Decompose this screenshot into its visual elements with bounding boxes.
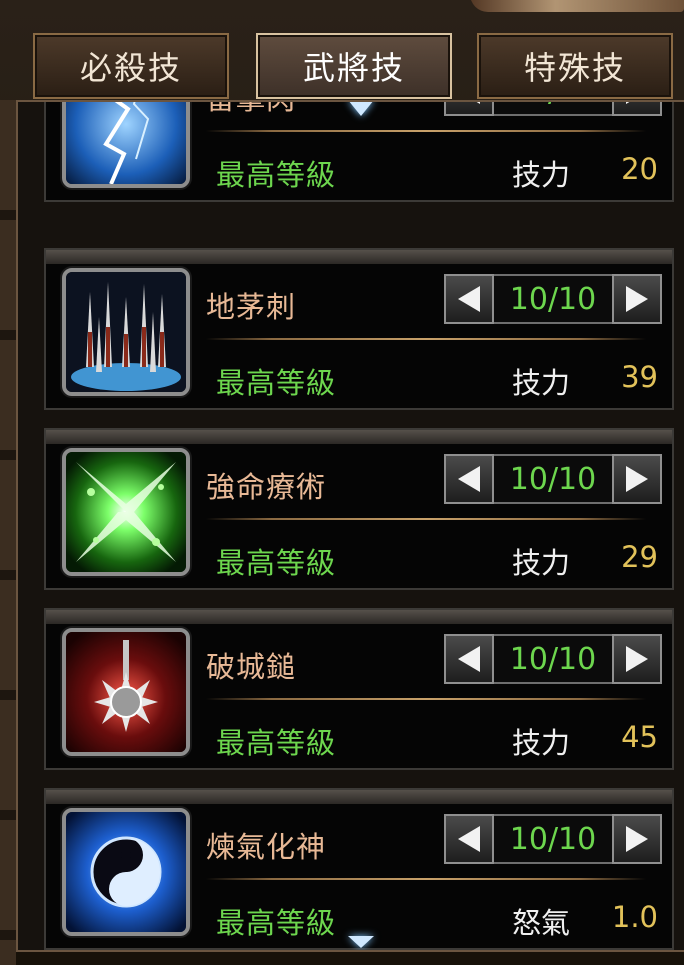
skill-name: 雷擊閃: [206, 102, 296, 118]
cost-label: 技力: [512, 546, 571, 580]
decrease-level-button[interactable]: [444, 274, 494, 324]
max-level-label: 最高等級: [216, 158, 337, 192]
card-header-bar: [46, 790, 672, 804]
divider: [206, 338, 646, 340]
max-level-label: 最高等級: [216, 366, 337, 400]
level-stepper: 10/10: [444, 454, 662, 504]
cost-value: 1.0: [611, 900, 658, 934]
arrow-right-icon: [626, 826, 648, 852]
cost-label: 技力: [512, 726, 571, 760]
increase-level-button[interactable]: [612, 102, 662, 116]
card-header-bar: [46, 610, 672, 624]
level-value: 10/10: [494, 454, 612, 504]
divider: [206, 698, 646, 700]
spiked-mace-icon: [62, 628, 190, 756]
level-value: 10/10: [494, 634, 612, 684]
level-value: 10/10: [494, 274, 612, 324]
arrow-right-icon: [626, 102, 648, 104]
cost-value: 39: [621, 360, 658, 394]
increase-level-button[interactable]: [612, 454, 662, 504]
arrow-right-icon: [626, 286, 648, 312]
lightning-icon: [62, 102, 190, 188]
max-level-label: 最高等級: [216, 726, 337, 760]
decrease-level-button[interactable]: [444, 454, 494, 504]
increase-level-button[interactable]: [612, 814, 662, 864]
increase-level-button[interactable]: [612, 274, 662, 324]
arrow-left-icon: [458, 286, 480, 312]
skill-name: 強命療術: [206, 470, 327, 504]
level-value: 10/10: [494, 102, 612, 116]
card-header-bar: [46, 250, 672, 264]
skill-name: 煉氣化神: [206, 830, 327, 864]
cost-label: 怒氣: [512, 906, 571, 940]
skill-card: 破城鎚 10/10 最高等級 技力 45: [44, 608, 674, 770]
decrease-level-button[interactable]: [444, 102, 494, 116]
arrow-right-icon: [626, 646, 648, 672]
tab-general-skill[interactable]: 武將技: [256, 33, 452, 99]
skill-list-panel[interactable]: 雷擊閃 10/10 最高等級 技力 20: [16, 100, 684, 952]
divider: [206, 518, 646, 520]
left-side-strip: [0, 100, 16, 965]
divider: [206, 130, 646, 132]
arrow-left-icon: [458, 646, 480, 672]
skill-card: 強命療術 10/10 最高等級 技力 29: [44, 428, 674, 590]
ground-spikes-icon: [62, 268, 190, 396]
cost-label: 技力: [512, 158, 571, 192]
arrow-left-icon: [458, 466, 480, 492]
decrease-level-button[interactable]: [444, 814, 494, 864]
cost-value: 45: [621, 720, 658, 754]
cost-value: 29: [621, 540, 658, 574]
increase-level-button[interactable]: [612, 634, 662, 684]
scroll-down-icon[interactable]: [348, 936, 374, 948]
level-stepper: 10/10: [444, 102, 662, 116]
level-stepper: 10/10: [444, 814, 662, 864]
level-value: 10/10: [494, 814, 612, 864]
cost-label: 技力: [512, 366, 571, 400]
level-stepper: 10/10: [444, 634, 662, 684]
cost-value: 20: [621, 152, 658, 186]
skill-card: 地茅刺 10/10 最高等級 技力 39: [44, 248, 674, 410]
skill-name: 地茅刺: [206, 290, 297, 324]
divider: [206, 878, 646, 880]
tab-special-attack[interactable]: 必殺技: [33, 33, 229, 99]
arrow-right-icon: [626, 466, 648, 492]
max-level-label: 最高等級: [216, 906, 337, 940]
skill-name: 破城鎚: [206, 650, 297, 684]
yin-yang-icon: [62, 808, 190, 936]
arrow-left-icon: [458, 102, 480, 104]
arrow-left-icon: [458, 826, 480, 852]
top-ornament: [470, 0, 684, 12]
max-level-label: 最高等級: [216, 546, 337, 580]
card-header-bar: [46, 430, 672, 444]
healing-burst-icon: [62, 448, 190, 576]
tab-special-skill[interactable]: 特殊技: [477, 33, 673, 99]
decrease-level-button[interactable]: [444, 634, 494, 684]
skill-card: 煉氣化神 10/10 最高等級 怒氣 1.0: [44, 788, 674, 950]
level-stepper: 10/10: [444, 274, 662, 324]
scroll-up-icon[interactable]: [348, 102, 374, 116]
